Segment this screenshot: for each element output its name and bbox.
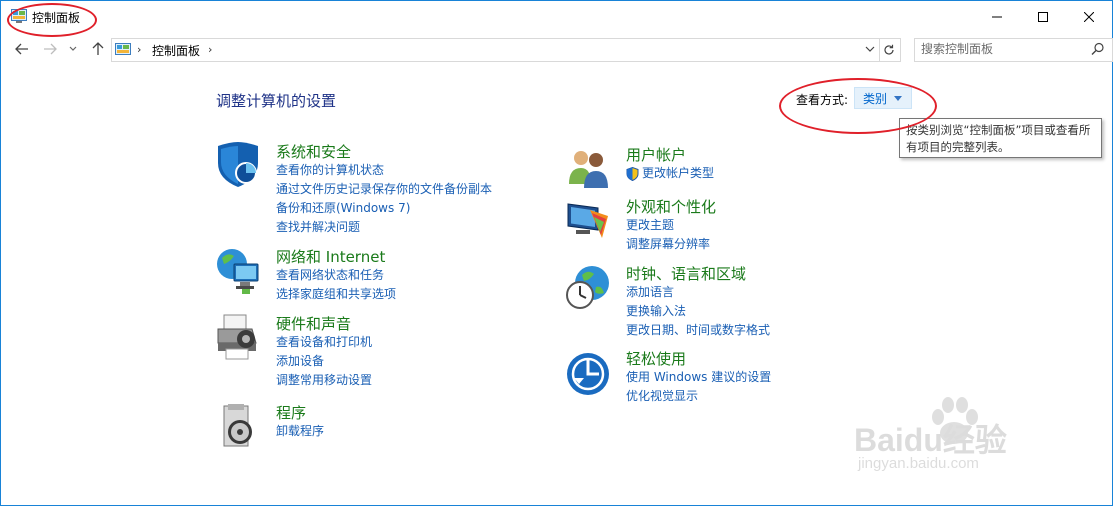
user-accounts-icon[interactable]: [566, 144, 610, 192]
address-field[interactable]: › 控制面板 ›: [111, 38, 880, 62]
printer-icon[interactable]: [216, 313, 260, 361]
breadcrumb-separator-icon[interactable]: ›: [208, 43, 212, 56]
category-title[interactable]: 轻松使用: [626, 348, 686, 369]
link-add-language[interactable]: 添加语言: [626, 283, 770, 302]
back-button[interactable]: [13, 40, 31, 58]
watermark-url: jingyan.baidu.com: [858, 455, 979, 472]
programs-disc-icon[interactable]: [216, 402, 260, 450]
category-title[interactable]: 系统和安全: [276, 141, 351, 162]
breadcrumb-separator-icon[interactable]: ›: [137, 43, 141, 56]
refresh-icon: [884, 44, 894, 55]
link-devices-printers[interactable]: 查看设备和打印机: [276, 333, 372, 352]
link-add-device[interactable]: 添加设备: [276, 352, 372, 371]
baidu-watermark: Baidu经验 jingyan.baidu.com: [854, 393, 1054, 493]
category-title[interactable]: 用户帐户: [626, 144, 686, 165]
category-title[interactable]: 网络和 Internet: [276, 246, 385, 267]
view-by-tooltip: 按类别浏览“控制面板”项目或查看所有项目的完整列表。: [899, 118, 1102, 158]
uac-shield-icon: [626, 166, 639, 181]
link-windows-recommended-settings[interactable]: 使用 Windows 建议的设置: [626, 368, 771, 387]
category-title[interactable]: 外观和个性化: [626, 196, 716, 217]
appearance-monitor-icon[interactable]: [566, 196, 610, 244]
view-by-value: 类别: [863, 91, 888, 106]
maximize-icon: [1038, 11, 1048, 22]
forward-button[interactable]: [41, 40, 59, 58]
dropdown-arrow-icon: [894, 95, 903, 101]
view-by-dropdown[interactable]: 类别: [854, 87, 912, 109]
clock-globe-icon[interactable]: [566, 263, 610, 311]
close-icon: [1084, 11, 1094, 22]
search-box[interactable]: [914, 38, 1113, 62]
link-uninstall-program[interactable]: 卸载程序: [276, 422, 324, 441]
close-button[interactable]: [1066, 1, 1112, 32]
recent-locations-button[interactable]: [67, 40, 79, 58]
category-clock-language-region: 时钟、语言和区域 添加语言 更换输入法 更改日期、时间或数字格式: [566, 263, 896, 343]
arrow-left-icon: [15, 43, 28, 55]
window-title: 控制面板: [32, 11, 81, 25]
link-homegroup-sharing[interactable]: 选择家庭组和共享选项: [276, 285, 396, 304]
category-system-security: 系统和安全 查看你的计算机状态 通过文件历史记录保存你的文件备份副本 备份和还原…: [216, 141, 546, 241]
link-mobility-settings[interactable]: 调整常用移动设置: [276, 371, 372, 390]
category-programs: 程序 卸载程序: [216, 402, 546, 452]
control-panel-icon: [115, 43, 131, 55]
link-text[interactable]: 更改帐户类型: [642, 164, 714, 183]
link-change-account-type[interactable]: 更改帐户类型: [626, 164, 714, 183]
link-change-input-method[interactable]: 更换输入法: [626, 302, 770, 321]
category-user-accounts: 用户帐户 更改帐户类型: [566, 144, 896, 194]
address-dropdown-icon[interactable]: [864, 42, 876, 56]
arrow-right-icon: [44, 43, 57, 55]
link-change-theme[interactable]: 更改主题: [626, 216, 710, 235]
link-optimize-visual-display[interactable]: 优化视觉显示: [626, 387, 771, 406]
link-backup-restore[interactable]: 备份和还原(Windows 7): [276, 199, 492, 218]
ease-of-access-icon[interactable]: [566, 348, 610, 396]
title-bar: 控制面板: [1, 1, 1112, 32]
minimize-button[interactable]: [974, 1, 1020, 32]
navigation-bar: › 控制面板 ›: [1, 35, 1113, 63]
category-title[interactable]: 硬件和声音: [276, 313, 351, 334]
search-input[interactable]: [915, 39, 1091, 59]
arrow-up-icon: [92, 42, 104, 55]
view-by-label: 查看方式:: [796, 93, 849, 107]
category-title[interactable]: 时钟、语言和区域: [626, 263, 746, 284]
control-panel-icon: [11, 9, 27, 23]
network-globe-icon[interactable]: [216, 246, 260, 294]
maximize-button[interactable]: [1020, 1, 1066, 32]
category-ease-of-access: 轻松使用 使用 Windows 建议的设置 优化视觉显示: [566, 348, 896, 408]
minimize-icon: [992, 16, 1002, 17]
chevron-down-icon: [69, 46, 77, 51]
search-icon[interactable]: [1091, 42, 1105, 56]
page-title: 调整计算机的设置: [216, 92, 337, 110]
link-change-date-time-format[interactable]: 更改日期、时间或数字格式: [626, 321, 770, 340]
control-panel-window: 控制面板 › 控制面板 › 搜索控制面板 调整计算机的设置 查看方式: 类别 按…: [0, 0, 1113, 506]
refresh-button[interactable]: [878, 38, 901, 62]
link-screen-resolution[interactable]: 调整屏幕分辨率: [626, 235, 710, 254]
link-network-status[interactable]: 查看网络状态和任务: [276, 266, 396, 285]
category-title[interactable]: 程序: [276, 402, 306, 423]
link-troubleshoot[interactable]: 查找并解决问题: [276, 218, 492, 237]
security-shield-icon[interactable]: [216, 141, 260, 189]
category-hardware-sound: 硬件和声音 查看设备和打印机 添加设备 调整常用移动设置: [216, 313, 546, 393]
link-view-computer-status[interactable]: 查看你的计算机状态: [276, 161, 492, 180]
breadcrumb-control-panel[interactable]: 控制面板: [152, 42, 200, 59]
category-appearance: 外观和个性化 更改主题 调整屏幕分辨率: [566, 196, 896, 256]
up-button[interactable]: [89, 40, 107, 58]
category-network-internet: 网络和 Internet 查看网络状态和任务 选择家庭组和共享选项: [216, 246, 546, 306]
link-file-history-backup[interactable]: 通过文件历史记录保存你的文件备份副本: [276, 180, 492, 199]
